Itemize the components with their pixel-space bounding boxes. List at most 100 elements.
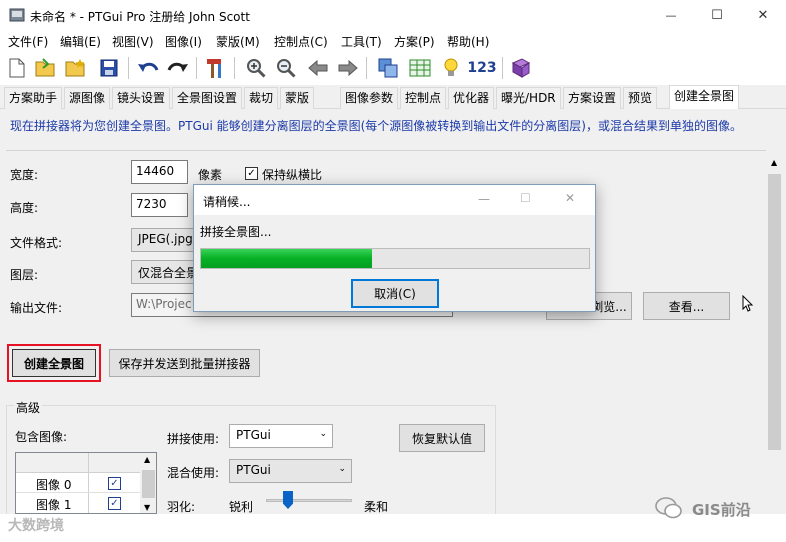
help-book-button[interactable] [509,56,533,80]
blend-with-dropdown[interactable]: PTGui ⌄ [229,459,352,483]
blend-with-value: PTGui [236,463,271,477]
panorama-editor-icon [378,58,398,78]
menu-cpoints[interactable]: 控制点(C) [274,33,328,50]
tab-crop[interactable]: 裁切 [244,87,279,109]
tab-control-points[interactable]: 控制点 [400,87,447,109]
dialog-title-bar: 请稍候... — ☐ ✕ [194,185,595,215]
save-and-send-batch-button[interactable]: 保存并发送到批量拼接器 [109,349,260,377]
main-scrollbar-thumb[interactable] [768,174,781,450]
keep-aspect-checkbox[interactable]: ✓ [245,167,258,180]
next-button[interactable] [336,56,360,80]
new-file-icon [9,58,25,78]
info-text: 现在拼接器将为您创建全景图。PTGui 能够创建分离图层的全景图(每个源图像被转… [10,119,742,133]
dialog-maximize-button[interactable]: ☐ [520,191,531,205]
tab-preview[interactable]: 预览 [623,87,658,109]
undo-button[interactable] [136,56,160,80]
dialog-message: 拼接全景图... [200,225,272,239]
app-icon [9,8,25,22]
maximize-button[interactable]: ☐ [694,0,740,31]
menu-view[interactable]: 视图(V) [112,33,154,50]
stitch-with-label: 拼接使用: [167,432,220,446]
close-button[interactable]: ✕ [740,0,786,31]
redo-button[interactable] [166,56,190,80]
dialog-minimize-button[interactable]: — [478,192,490,206]
create-panorama-button[interactable]: 创建全景图 [12,349,96,377]
sharp-label: 锐利 [229,500,254,514]
title-bar: 未命名 * - PTGui Pro 注册给 John Scott — ☐ ✕ [0,0,786,31]
open-project-button[interactable] [34,56,58,80]
tab-image-parameters[interactable]: 图像参数 [340,87,399,109]
menu-file[interactable]: 文件(F) [8,33,48,50]
menu-tools[interactable]: 工具(T) [341,33,382,50]
advanced-title: 高级 [14,399,43,416]
open-folder-icon [35,58,55,77]
tab-project-assistant[interactable]: 方案助手 [4,87,63,109]
open-recent-button[interactable] [64,56,88,80]
numbers-button[interactable]: 123 [467,56,497,80]
tab-optimizer[interactable]: 优化器 [448,87,495,109]
tab-lens-settings[interactable]: 镜头设置 [112,87,171,109]
folder-star-icon [65,59,85,77]
panorama-editor-button[interactable] [376,56,400,80]
scroll-up-icon[interactable]: ▲ [144,455,150,464]
table-button[interactable] [408,56,432,80]
image-name: 图像 0 [36,478,72,492]
table-header [16,453,140,473]
tab-exposure-hdr[interactable]: 曝光/HDR [496,87,561,109]
blend-with-label: 混合使用: [167,466,220,480]
feather-slider-track[interactable] [266,499,352,502]
zoom-out-icon [277,59,296,78]
keep-aspect-label: 保持纵横比 [262,168,323,182]
progress-dialog: 请稍候... — ☐ ✕ 拼接全景图... 取消(C) [193,184,596,312]
menu-bar: 文件(F) 编辑(E) 视图(V) 图像(I) 蒙版(M) 控制点(C) 工具(… [0,31,786,51]
include-image-checkbox[interactable]: ✓ [108,497,121,510]
restore-defaults-button[interactable]: 恢复默认值 [399,424,485,452]
new-project-button[interactable] [5,56,29,80]
include-image-checkbox[interactable]: ✓ [108,477,121,490]
watermark-right: GIS前沿 [692,501,751,519]
width-input[interactable]: 14460 [131,160,188,184]
height-input[interactable]: 7230 [131,193,188,217]
table-row[interactable]: 图像 1 ✓ [16,493,140,513]
tab-mask[interactable]: 蒙版 [280,87,315,109]
cancel-button[interactable]: 取消(C) [351,279,439,308]
minimize-button[interactable]: — [648,0,694,31]
layers-dropdown[interactable]: 仅混合全景 [131,260,201,284]
redo-icon [167,62,188,72]
menu-image[interactable]: 图像(I) [165,33,202,50]
wechat-icon [655,497,682,519]
dialog-title: 请稍候... [203,195,251,209]
undo-icon [138,62,159,72]
table-row[interactable]: 图像 0 ✓ [16,473,140,493]
scroll-up-icon[interactable]: ▲ [771,158,777,167]
scroll-down-icon[interactable]: ▼ [144,503,150,512]
soft-label: 柔和 [364,500,389,514]
stitch-with-dropdown[interactable]: PTGui ⌄ [229,424,333,448]
divider [6,150,766,151]
tab-project-settings[interactable]: 方案设置 [563,87,622,109]
format-dropdown[interactable]: JPEG(.jpg) [131,228,201,252]
zoom-out-button[interactable] [274,56,298,80]
include-images-table: 图像 0 ✓ 图像 1 ✓ ▲ ▼ [15,452,157,514]
zoom-in-button[interactable] [244,56,268,80]
tab-panorama-settings[interactable]: 全景图设置 [172,87,243,109]
previous-button[interactable] [306,56,330,80]
menu-edit[interactable]: 编辑(E) [60,33,101,50]
dialog-close-button[interactable]: ✕ [565,191,575,205]
tab-create-panorama[interactable]: 创建全景图 [669,85,740,110]
tip-button[interactable] [439,56,463,80]
lightbulb-icon [444,58,458,76]
tools-button[interactable] [204,56,228,80]
tab-source-images[interactable]: 源图像 [64,87,111,109]
menu-project[interactable]: 方案(P) [394,33,435,50]
view-button[interactable]: 查看... [643,292,730,320]
table-scrollbar[interactable]: ▲ ▼ [140,453,156,513]
save-button[interactable] [97,56,121,80]
include-images-label: 包含图像: [15,430,68,444]
menu-help[interactable]: 帮助(H) [447,33,489,50]
layers-label: 图层: [10,268,39,282]
checkmark-icon: ✓ [110,497,119,509]
feather-label: 羽化: [167,500,196,514]
watermark-left: 大数跨境 [8,518,64,534]
menu-mask[interactable]: 蒙版(M) [216,33,260,50]
